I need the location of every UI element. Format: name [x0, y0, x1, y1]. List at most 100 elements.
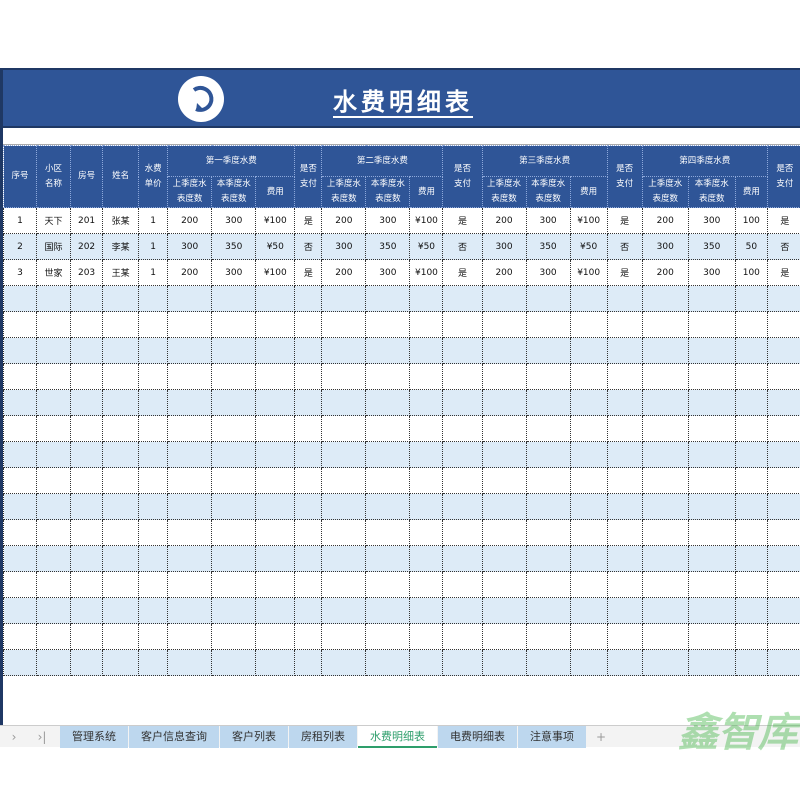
table-cell[interactable]: 300 [525, 207, 571, 234]
table-cell[interactable] [36, 389, 72, 416]
table-cell[interactable] [687, 597, 736, 624]
table-cell[interactable]: 200 [167, 259, 213, 286]
table-cell[interactable] [138, 285, 169, 312]
table-cell[interactable] [321, 467, 367, 494]
table-cell[interactable] [606, 363, 643, 390]
table-cell[interactable] [255, 415, 296, 442]
table-cell[interactable] [365, 519, 411, 546]
table-cell[interactable] [102, 311, 140, 338]
table-cell[interactable] [569, 467, 608, 494]
table-cell[interactable] [255, 441, 296, 468]
table-cell[interactable] [569, 415, 608, 442]
table-cell[interactable] [36, 337, 72, 364]
table-cell[interactable] [734, 441, 768, 468]
table-cell[interactable] [321, 363, 367, 390]
table-cell[interactable] [36, 597, 72, 624]
table-cell[interactable]: 300 [321, 233, 367, 260]
table-cell[interactable] [167, 623, 213, 650]
table-cell[interactable] [255, 285, 296, 312]
table-cell[interactable] [321, 415, 367, 442]
table-cell[interactable]: ¥100 [569, 207, 608, 234]
table-cell[interactable] [102, 337, 140, 364]
table-cell[interactable] [3, 467, 38, 494]
table-cell[interactable] [734, 571, 768, 598]
table-cell[interactable] [255, 597, 296, 624]
table-cell[interactable] [211, 623, 257, 650]
table-cell[interactable]: 200 [641, 207, 689, 234]
table-cell[interactable] [321, 311, 367, 338]
table-cell[interactable] [569, 389, 608, 416]
table-cell[interactable] [102, 389, 140, 416]
table-cell[interactable] [409, 493, 444, 520]
table-cell[interactable]: 是 [294, 259, 323, 286]
table-cell[interactable] [525, 623, 571, 650]
table-cell[interactable] [211, 571, 257, 598]
table-cell[interactable] [3, 337, 38, 364]
table-cell[interactable]: 350 [211, 233, 257, 260]
table-cell[interactable] [167, 311, 213, 338]
table-cell[interactable] [167, 545, 213, 572]
table-cell[interactable] [481, 545, 527, 572]
table-cell[interactable]: ¥50 [409, 233, 444, 260]
table-cell[interactable] [481, 597, 527, 624]
table-cell[interactable] [641, 311, 689, 338]
table-cell[interactable] [138, 623, 169, 650]
table-cell[interactable]: 2 [3, 233, 38, 260]
table-cell[interactable] [766, 467, 800, 494]
table-cell[interactable] [321, 571, 367, 598]
table-cell[interactable] [3, 545, 38, 572]
table-cell[interactable]: 200 [167, 207, 213, 234]
table-cell[interactable]: 是 [766, 259, 800, 286]
table-cell[interactable] [606, 493, 643, 520]
table-cell[interactable] [167, 571, 213, 598]
table-cell[interactable]: 200 [321, 207, 367, 234]
table-cell[interactable] [70, 571, 104, 598]
table-cell[interactable] [569, 285, 608, 312]
table-cell[interactable] [525, 493, 571, 520]
table-cell[interactable] [606, 337, 643, 364]
table-cell[interactable] [481, 441, 527, 468]
table-cell[interactable] [641, 649, 689, 676]
table-cell[interactable] [102, 519, 140, 546]
table-cell[interactable] [211, 337, 257, 364]
table-cell[interactable] [255, 389, 296, 416]
table-cell[interactable]: 是 [606, 259, 643, 286]
table-cell[interactable] [365, 623, 411, 650]
table-cell[interactable] [255, 649, 296, 676]
table-cell[interactable] [606, 441, 643, 468]
table-cell[interactable] [641, 415, 689, 442]
table-cell[interactable] [321, 337, 367, 364]
table-cell[interactable] [766, 363, 800, 390]
table-cell[interactable]: 350 [525, 233, 571, 260]
table-cell[interactable] [294, 519, 323, 546]
table-cell[interactable] [138, 467, 169, 494]
table-cell[interactable] [641, 597, 689, 624]
table-cell[interactable] [321, 493, 367, 520]
table-cell[interactable] [641, 519, 689, 546]
table-cell[interactable] [734, 545, 768, 572]
table-cell[interactable] [294, 415, 323, 442]
table-cell[interactable] [766, 337, 800, 364]
table-cell[interactable]: 否 [766, 233, 800, 260]
table-cell[interactable] [255, 571, 296, 598]
table-cell[interactable]: 国际 [36, 233, 72, 260]
table-cell[interactable]: 是 [442, 207, 483, 234]
table-cell[interactable] [409, 337, 444, 364]
table-cell[interactable] [569, 441, 608, 468]
table-cell[interactable] [734, 493, 768, 520]
table-cell[interactable]: 是 [766, 207, 800, 234]
table-cell[interactable] [409, 389, 444, 416]
table-cell[interactable] [525, 571, 571, 598]
table-cell[interactable] [409, 441, 444, 468]
table-cell[interactable] [409, 545, 444, 572]
table-cell[interactable]: 1 [138, 259, 169, 286]
table-cell[interactable] [70, 493, 104, 520]
table-cell[interactable]: 300 [365, 207, 411, 234]
table-cell[interactable] [365, 389, 411, 416]
table-cell[interactable] [3, 649, 38, 676]
table-cell[interactable] [569, 519, 608, 546]
table-cell[interactable] [167, 467, 213, 494]
table-cell[interactable] [102, 285, 140, 312]
table-cell[interactable] [409, 571, 444, 598]
table-cell[interactable] [211, 519, 257, 546]
